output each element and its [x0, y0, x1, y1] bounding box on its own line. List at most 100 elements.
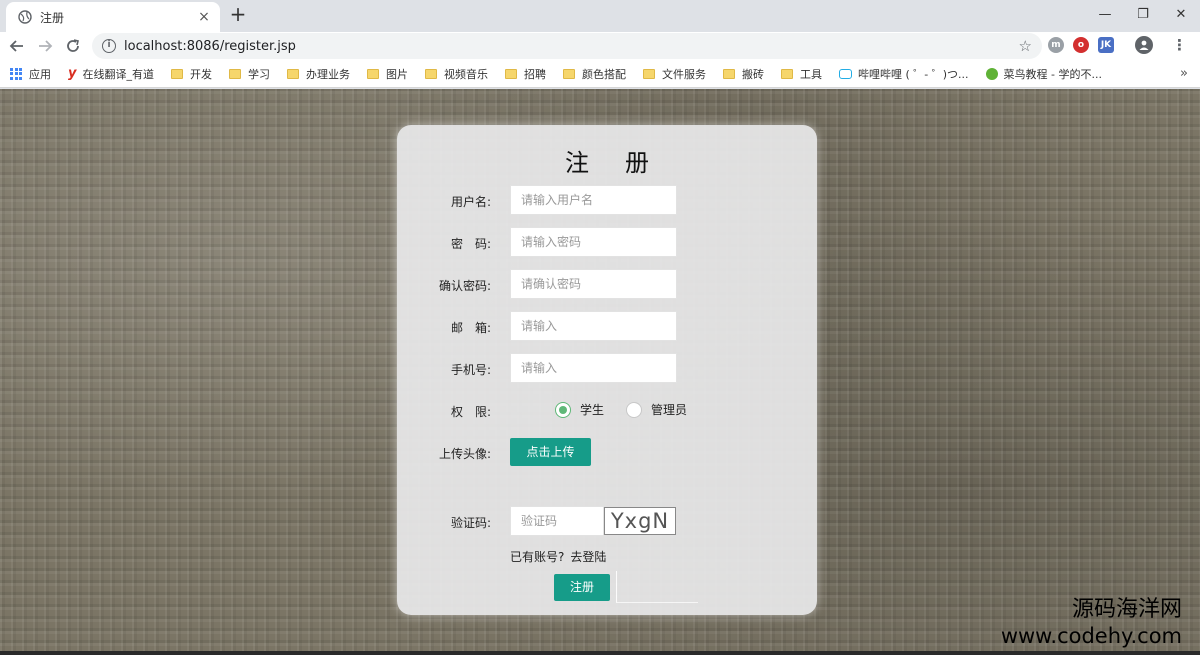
folder-icon: [504, 68, 517, 79]
captcha-input[interactable]: [510, 506, 604, 536]
captcha-label: 验证码:: [450, 516, 491, 530]
folder-icon: [170, 68, 183, 79]
watermark-url: www.codehy.com: [1000, 624, 1182, 648]
close-window-button[interactable]: ✕: [1162, 0, 1200, 28]
globe-icon: [18, 10, 32, 24]
bookmark-label: 颜色搭配: [581, 67, 626, 81]
login-hint: 已有账号? 去登陆: [510, 548, 606, 565]
confirm-password-input[interactable]: [510, 269, 677, 299]
bookmark-label: 办理业务: [305, 67, 350, 81]
bookmark-label: 在线翻译_有道: [82, 67, 154, 81]
password-row: 密 码:: [397, 227, 817, 257]
extension-m-icon[interactable]: m: [1048, 37, 1064, 53]
apps-icon: [10, 67, 22, 80]
page-background: 注册 用户名: 密 码: 确认密码: 邮 箱: 手机号: 权 限:: [0, 89, 1200, 655]
bookmark-label: 哔哩哔哩 ( ゜- ゜)つ...: [857, 67, 969, 81]
phone-label: 手机号:: [450, 363, 491, 377]
bookmark-folder[interactable]: 文件服务: [642, 66, 706, 82]
minimize-button[interactable]: —: [1086, 0, 1124, 28]
bookmark-label: 开发: [189, 67, 212, 81]
radio-label: 管理员: [651, 403, 688, 417]
bookmark-folder[interactable]: 招聘: [504, 66, 546, 82]
bookmark-folder[interactable]: 开发: [170, 66, 212, 82]
forward-arrow-icon[interactable]: [34, 35, 56, 57]
bookmark-folder[interactable]: 学习: [228, 66, 270, 82]
role-radio-group: 学生 管理员: [555, 401, 709, 418]
extension-icons: m o JK ⋮: [1048, 36, 1187, 54]
username-row: 用户名:: [397, 185, 817, 215]
maximize-button[interactable]: ❐: [1124, 0, 1162, 28]
username-label: 用户名:: [450, 195, 491, 209]
bookmarks-bar: 应用 y 在线翻译_有道 开发 学习 办理业务 图片 视频音乐 招聘 颜色搭配 …: [0, 60, 1200, 88]
bookmark-folder[interactable]: 图片: [366, 66, 408, 82]
upload-avatar-button[interactable]: 点击上传: [510, 438, 591, 466]
bookmark-folder[interactable]: 工具: [780, 66, 822, 82]
bookmark-folder[interactable]: 办理业务: [286, 66, 350, 82]
decorative-frame: [616, 571, 698, 603]
role-row: 权 限: 学生 管理员: [397, 395, 817, 425]
bookmark-youdao[interactable]: y 在线翻译_有道: [68, 66, 154, 82]
bilibili-icon: [838, 68, 852, 79]
site-info-icon[interactable]: i: [102, 39, 116, 53]
profile-icon[interactable]: [1135, 36, 1153, 54]
register-card: 注册 用户名: 密 码: 确认密码: 邮 箱: 手机号: 权 限:: [397, 125, 817, 615]
bookmark-label: 图片: [385, 67, 408, 81]
username-input[interactable]: [510, 185, 677, 215]
bookmark-label: 视频音乐: [443, 67, 488, 81]
bookmark-bilibili[interactable]: 哔哩哔哩 ( ゜- ゜)つ...: [838, 66, 969, 82]
more-menu-icon[interactable]: ⋮: [1172, 36, 1187, 54]
folder-icon: [780, 68, 793, 79]
phone-row: 手机号:: [397, 353, 817, 383]
runoob-icon: [985, 67, 998, 80]
window-controls: — ❐ ✕: [1086, 0, 1200, 28]
folder-icon: [642, 68, 655, 79]
role-student-radio[interactable]: 学生: [555, 401, 604, 418]
close-tab-icon[interactable]: ×: [196, 9, 212, 25]
confirm-password-label: 确认密码:: [438, 279, 491, 293]
bookmark-folder[interactable]: 颜色搭配: [562, 66, 626, 82]
email-input[interactable]: [510, 311, 677, 341]
folder-icon: [286, 68, 299, 79]
folder-icon: [366, 68, 379, 79]
browser-tab[interactable]: 注册 ×: [6, 2, 220, 32]
extension-jk-icon[interactable]: JK: [1098, 37, 1114, 53]
bookmark-runoob[interactable]: 菜鸟教程 - 学的不...: [985, 66, 1102, 82]
captcha-row: 验证码: YxgN: [397, 506, 817, 536]
bookmark-label: 搬砖: [741, 67, 764, 81]
role-label: 权 限:: [450, 405, 491, 419]
bookmark-label: 文件服务: [661, 67, 706, 81]
go-login-link[interactable]: 去登陆: [570, 550, 606, 564]
taskbar-edge: [0, 651, 1200, 655]
bookmark-star-icon[interactable]: ☆: [1019, 37, 1032, 55]
bookmark-label: 应用: [29, 67, 51, 81]
new-tab-button[interactable]: +: [228, 4, 248, 25]
watermark-name: 源码海洋网: [1071, 597, 1182, 622]
url-text[interactable]: localhost:8086/register.jsp: [124, 39, 1019, 54]
radio-label: 学生: [580, 403, 605, 417]
password-label: 密 码:: [450, 237, 491, 251]
reload-icon[interactable]: [62, 35, 84, 57]
address-bar[interactable]: i localhost:8086/register.jsp ☆: [92, 33, 1042, 59]
folder-icon: [424, 68, 437, 79]
password-input[interactable]: [510, 227, 677, 257]
register-button[interactable]: 注册: [554, 574, 610, 601]
extension-o-icon[interactable]: o: [1073, 37, 1089, 53]
tab-strip: 注册 × + — ❐ ✕: [0, 0, 1200, 32]
captcha-image[interactable]: YxgN: [604, 507, 676, 535]
phone-input[interactable]: [510, 353, 677, 383]
confirm-password-row: 确认密码:: [397, 269, 817, 299]
bookmark-apps[interactable]: 应用: [10, 66, 51, 82]
bookmarks-overflow-icon[interactable]: »: [1180, 66, 1188, 81]
back-arrow-icon[interactable]: [6, 35, 28, 57]
bookmark-folder[interactable]: 搬砖: [722, 66, 764, 82]
radio-unchecked-icon: [626, 401, 643, 418]
bookmark-label: 工具: [799, 67, 822, 81]
folder-icon: [562, 68, 575, 79]
role-admin-radio[interactable]: 管理员: [626, 401, 687, 418]
browser-toolbar: i localhost:8086/register.jsp ☆ m o JK ⋮: [0, 32, 1200, 60]
watermark: 源码海洋网 www.codehy.com: [1001, 597, 1182, 649]
bookmark-label: 学习: [247, 67, 270, 81]
bookmark-folder[interactable]: 视频音乐: [424, 66, 488, 82]
bookmark-label: 菜鸟教程 - 学的不...: [1003, 67, 1102, 81]
youdao-icon: y: [68, 66, 77, 81]
